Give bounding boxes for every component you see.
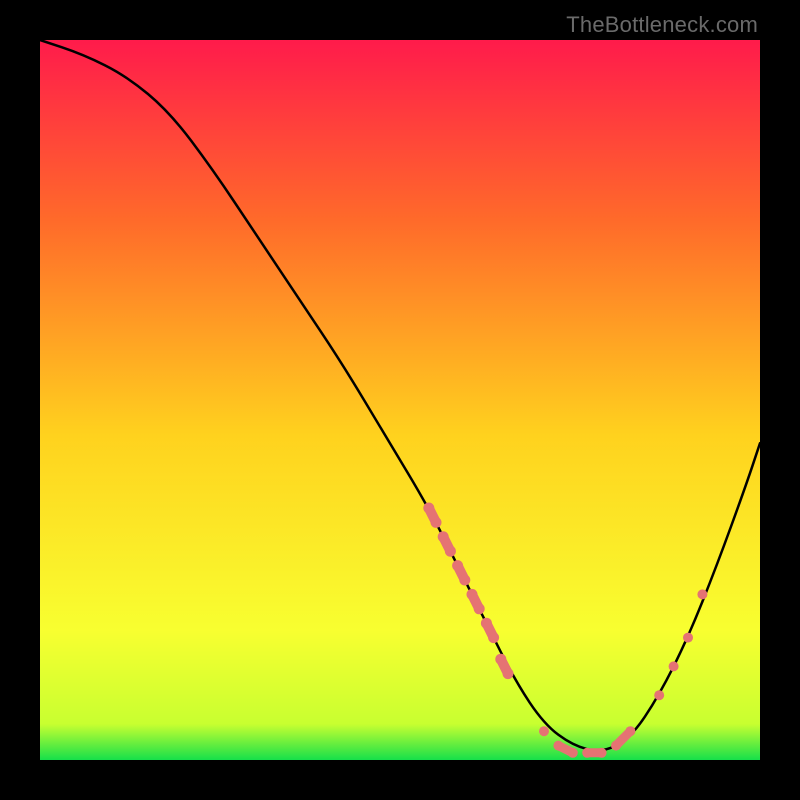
data-marker (503, 668, 514, 679)
data-marker (488, 632, 499, 643)
watermark-text: TheBottleneck.com (566, 12, 758, 38)
chart-stage: TheBottleneck.com (0, 0, 800, 800)
data-marker (697, 589, 707, 599)
data-marker (654, 690, 664, 700)
data-marker (683, 633, 693, 643)
data-marker (459, 575, 470, 586)
data-marker (669, 661, 679, 671)
plot-area (40, 40, 760, 760)
data-marker (474, 603, 485, 614)
curve-layer (40, 40, 760, 760)
bottleneck-curve (40, 40, 760, 750)
data-marker (568, 748, 578, 758)
data-marker (625, 726, 635, 736)
data-marker (445, 546, 456, 557)
data-marker (431, 517, 442, 528)
data-marker (539, 726, 549, 736)
data-marker (597, 748, 607, 758)
